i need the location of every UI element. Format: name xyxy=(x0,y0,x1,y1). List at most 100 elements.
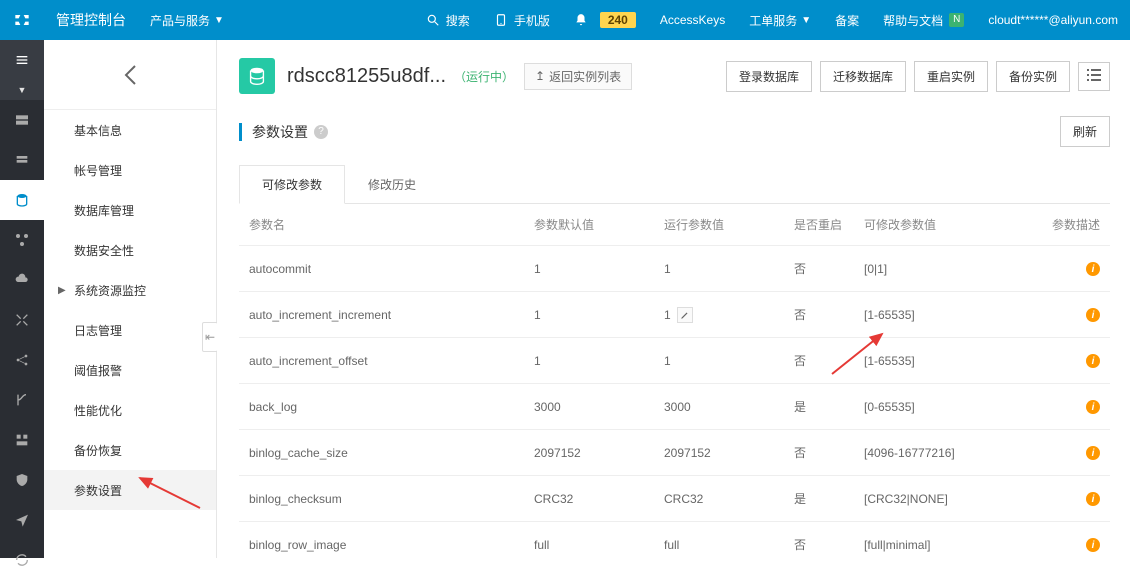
running-value: CRC32 xyxy=(664,492,703,506)
cell-default: 3000 xyxy=(534,400,664,414)
sidenav-item-7[interactable]: 性能优化 xyxy=(44,390,216,430)
rail-menu[interactable] xyxy=(0,40,44,80)
chevron-left-icon xyxy=(123,64,137,86)
help-icon[interactable]: ? xyxy=(314,125,328,139)
col-header-restart: 是否重启 xyxy=(794,216,864,233)
cell-desc: i xyxy=(1049,537,1100,553)
cell-desc: i xyxy=(1049,261,1100,277)
running-value: 2097152 xyxy=(664,446,711,460)
info-icon[interactable]: i xyxy=(1086,354,1100,368)
search-link[interactable]: 搜索 xyxy=(414,0,482,40)
tab-editable[interactable]: 可修改参数 xyxy=(239,165,345,204)
cell-running: full xyxy=(664,538,794,552)
sidenav-item-2[interactable]: 数据库管理 xyxy=(44,190,216,230)
info-icon[interactable]: i xyxy=(1086,492,1100,506)
sidenav-item-3[interactable]: 数据安全性 xyxy=(44,230,216,270)
cell-range: [0|1] xyxy=(864,262,1049,276)
cell-range: [4096-16777216] xyxy=(864,446,1049,460)
products-label: 产品与服务 xyxy=(150,12,210,29)
page-title: rdscc81255u8df... xyxy=(287,65,446,88)
table-header: 参数名 参数默认值 运行参数值 是否重启 可修改参数值 参数描述 xyxy=(239,204,1110,245)
collapse-icon: ⇤ xyxy=(205,330,215,344)
cell-name: back_log xyxy=(249,400,534,414)
rail-branch[interactable] xyxy=(0,380,44,420)
cell-default: full xyxy=(534,538,664,552)
rail-share[interactable] xyxy=(0,340,44,380)
rail-dashboard[interactable] xyxy=(0,420,44,460)
rail-shield[interactable] xyxy=(0,460,44,500)
table-row: auto_increment_offset11否[1-65535]i xyxy=(239,337,1110,383)
cell-desc: i xyxy=(1049,445,1100,461)
main-content: rdscc81255u8df... （运行中） ↥ 返回实例列表 登录数据库 迁… xyxy=(217,40,1130,558)
rail-network[interactable] xyxy=(0,220,44,260)
rail-home[interactable] xyxy=(0,100,44,140)
return-label: 返回实例列表 xyxy=(549,68,621,85)
sidenav-item-8[interactable]: 备份恢复 xyxy=(44,430,216,470)
grid-icon xyxy=(14,432,30,448)
user-menu[interactable]: cloudt******@aliyun.com xyxy=(976,0,1130,40)
rail-send[interactable] xyxy=(0,500,44,540)
rail-cloud[interactable] xyxy=(0,260,44,300)
products-dropdown[interactable]: 产品与服务▼ xyxy=(138,0,236,40)
sidenav-item-1[interactable]: 帐号管理 xyxy=(44,150,216,190)
cell-restart: 否 xyxy=(794,444,864,461)
sidenav-item-9[interactable]: 参数设置 xyxy=(44,470,216,510)
login-db-button[interactable]: 登录数据库 xyxy=(726,61,812,92)
tab-history[interactable]: 修改历史 xyxy=(345,165,439,204)
cell-default: 1 xyxy=(534,262,664,276)
search-icon xyxy=(426,13,440,27)
cell-desc: i xyxy=(1049,307,1100,323)
accesskeys-link[interactable]: AccessKeys xyxy=(648,0,737,40)
sidenav-label: 系统资源监控 xyxy=(74,282,146,299)
info-icon[interactable]: i xyxy=(1086,446,1100,460)
return-button[interactable]: ↥ 返回实例列表 xyxy=(524,63,632,90)
rail-collapse[interactable]: ▼ xyxy=(0,80,44,100)
console-link[interactable]: 管理控制台 xyxy=(44,0,138,40)
edit-icon[interactable] xyxy=(677,307,693,323)
logo[interactable] xyxy=(0,0,44,40)
side-back[interactable] xyxy=(44,40,216,110)
cell-desc: i xyxy=(1049,491,1100,507)
sidenav-item-4[interactable]: ▶系统资源监控 xyxy=(44,270,216,310)
info-icon[interactable]: i xyxy=(1086,400,1100,414)
sidenav-label: 备份恢复 xyxy=(74,442,122,459)
sidenav-item-6[interactable]: 阈值报警 xyxy=(44,350,216,390)
rail-db[interactable] xyxy=(0,140,44,180)
cell-restart: 否 xyxy=(794,536,864,553)
collapse-toggle[interactable]: ⇤ xyxy=(202,322,218,352)
sidenav-label: 数据库管理 xyxy=(74,202,134,219)
migrate-db-button[interactable]: 迁移数据库 xyxy=(820,61,906,92)
cell-default: 1 xyxy=(534,354,664,368)
cell-restart: 否 xyxy=(794,260,864,277)
cell-name: binlog_row_image xyxy=(249,538,534,552)
section-header: 参数设置 ? 刷新 xyxy=(239,116,1110,147)
rail-refresh[interactable] xyxy=(0,540,44,580)
rail-rds[interactable] xyxy=(0,180,44,220)
cell-desc: i xyxy=(1049,353,1100,369)
restart-instance-button[interactable]: 重启实例 xyxy=(914,61,988,92)
list-view-button[interactable] xyxy=(1078,62,1110,91)
cell-range: [0-65535] xyxy=(864,400,1049,414)
info-icon[interactable]: i xyxy=(1086,262,1100,276)
col-header-default: 参数默认值 xyxy=(534,216,664,233)
tabs: 可修改参数 修改历史 xyxy=(239,165,1110,204)
beian-link[interactable]: 备案 xyxy=(823,0,871,40)
ticket-dropdown[interactable]: 工单服务▼ xyxy=(737,0,823,40)
help-dropdown[interactable]: 帮助与文档N xyxy=(871,0,976,40)
send-icon xyxy=(14,512,30,528)
sidenav-item-0[interactable]: 基本信息 xyxy=(44,110,216,150)
rail-scale[interactable] xyxy=(0,300,44,340)
backup-instance-button[interactable]: 备份实例 xyxy=(996,61,1070,92)
cell-restart: 是 xyxy=(794,490,864,507)
notifications[interactable]: 240 xyxy=(562,0,648,40)
help-label: 帮助与文档 xyxy=(883,12,943,29)
mobile-link[interactable]: 手机版 xyxy=(482,0,562,40)
expand-icon xyxy=(14,312,30,328)
col-header-range: 可修改参数值 xyxy=(864,216,1049,233)
table-row: binlog_checksumCRC32CRC32是[CRC32|NONE]i xyxy=(239,475,1110,521)
info-icon[interactable]: i xyxy=(1086,308,1100,322)
info-icon[interactable]: i xyxy=(1086,538,1100,552)
sidenav-item-5[interactable]: 日志管理 xyxy=(44,310,216,350)
section-title: 参数设置 xyxy=(252,122,308,142)
refresh-button[interactable]: 刷新 xyxy=(1060,116,1110,147)
